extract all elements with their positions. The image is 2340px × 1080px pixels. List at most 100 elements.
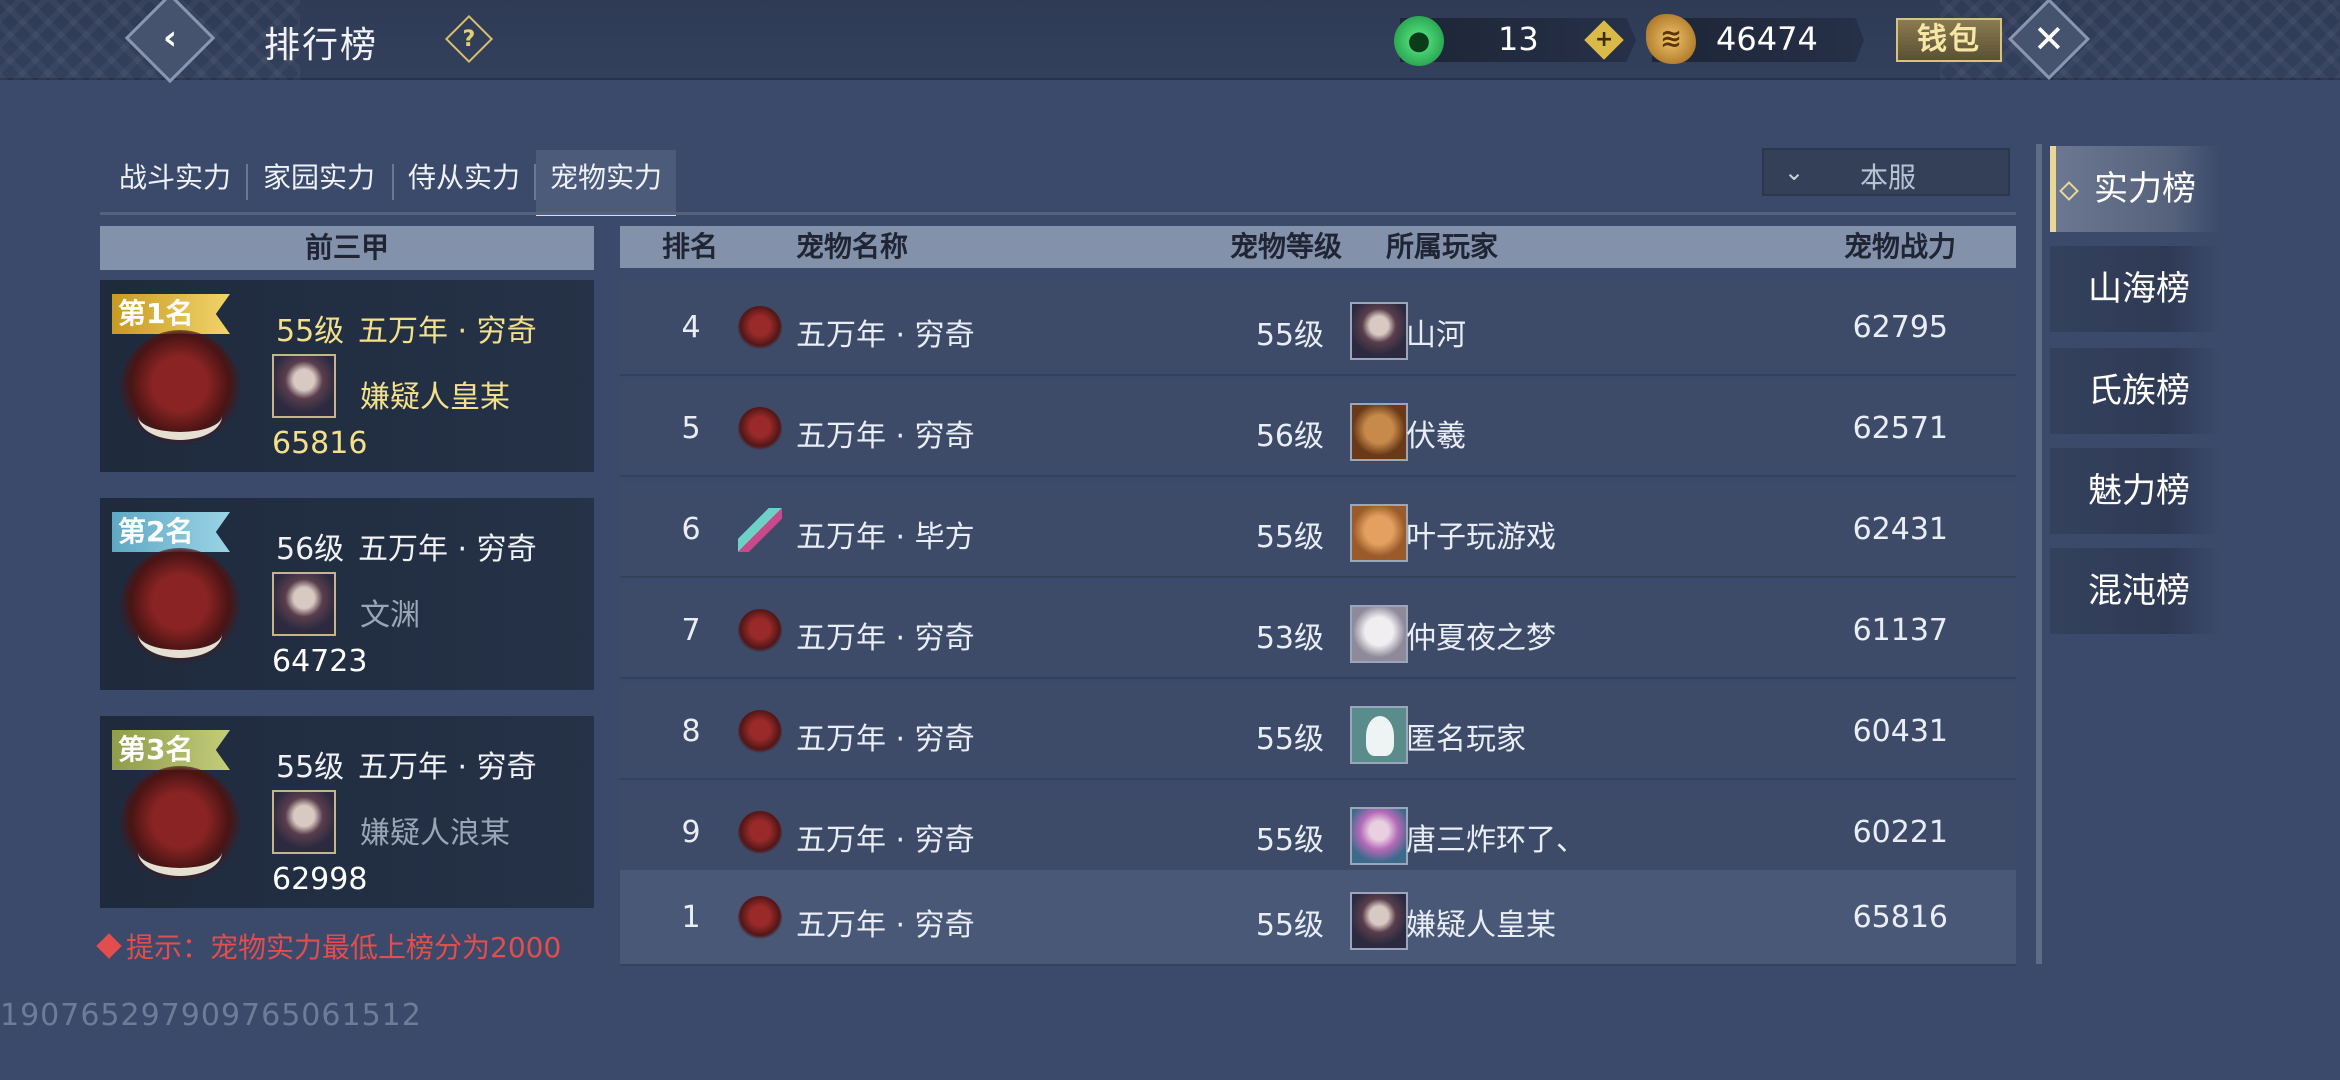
row-pet-name: 五万年 · 穷奇 [796,722,975,757]
qiongqi-beast-icon [120,548,240,668]
rank-nav-charm[interactable]: 魅力榜 [2050,448,2220,534]
page-title: 排行榜 [264,25,379,66]
player-avatar [272,790,336,854]
rank-nav-chaos[interactable]: 混沌榜 [2050,548,2220,634]
row-pet-level: 55级 [1255,908,1324,943]
row-pet-name: 五万年 · 穷奇 [796,908,975,943]
player-avatar [1350,892,1408,950]
row-pet-level: 53级 [1255,621,1324,656]
row-power: 62795 [1852,310,1948,345]
table-row[interactable]: 5 五万年 · 穷奇 56级 伏羲 62571 [620,381,2016,477]
tab-attendant-power[interactable]: 侍从实力 [396,150,532,216]
rank-badge: 第3名 [112,730,230,770]
row-power: 61137 [1852,613,1948,648]
anonymous-avatar-icon [1350,706,1408,764]
tabs-underline [100,212,2016,215]
row-pet-level: 55级 [1255,823,1324,858]
bifang-icon [738,508,782,552]
table-row[interactable]: 6 五万年 · 毕方 55级 叶子玩游戏 62431 [620,482,2016,578]
row-player: 山河 [1406,318,1466,353]
pet-name: 五万年 · 穷奇 [358,532,537,567]
col-player: 所属玩家 [1386,230,1499,263]
rank-badge: 第1名 [112,294,230,334]
min-score-tip: 提示：宠物实力最低上榜分为2000 [96,926,562,966]
col-pet-name: 宠物名称 [796,230,909,263]
tab-divider [392,164,394,200]
top3-card-2[interactable]: 第2名 56级 五万年 · 穷奇 文渊 64723 [100,498,594,690]
rank-nav-strength[interactable]: 实力榜 [2050,146,2220,232]
pet-level: 55级 [276,750,345,785]
pet-level: 55级 [276,314,345,349]
player-avatar [1350,807,1408,865]
col-pet-level: 宠物等级 [1230,230,1343,263]
pet-power: 62998 [272,862,368,897]
wallet-button[interactable]: 钱包 [1896,18,2002,62]
row-player: 叶子玩游戏 [1406,520,1556,555]
row-power: 60221 [1852,815,1948,850]
question-icon: ? [462,26,476,52]
row-pet-name: 五万年 · 毕方 [796,520,975,555]
top3-card-3[interactable]: 第3名 55级 五万年 · 穷奇 嫌疑人浪某 62998 [100,716,594,908]
top3-card-1[interactable]: 第1名 55级 五万年 · 穷奇 嫌疑人皇某 65816 [100,280,594,472]
row-pet-level: 56级 [1255,419,1324,454]
gold-value: 46474 [1716,20,1818,58]
player-avatar [1350,302,1408,360]
qiongqi-icon [738,306,782,350]
player-avatar [1350,403,1408,461]
row-pet-name: 五万年 · 穷奇 [796,621,975,656]
tab-home-power[interactable]: 家园实力 [250,150,388,216]
pet-level: 56级 [276,532,345,567]
server-select-value: 本服 [1860,161,1917,194]
warning-icon [96,933,122,959]
col-pet-power: 宠物战力 [1844,230,1957,263]
row-player: 伏羲 [1406,419,1466,454]
row-player: 匿名玩家 [1406,722,1526,757]
tab-divider [246,164,248,200]
qiongqi-icon [738,896,782,940]
row-pet-name: 五万年 · 穷奇 [796,823,975,858]
row-power: 62431 [1852,512,1948,547]
row-pet-level: 55级 [1255,318,1324,353]
jade-icon: ● [1394,16,1444,66]
jade-value: 13 [1498,20,1539,58]
tab-combat-power[interactable]: 战斗实力 [106,150,244,216]
rank-nav-clan[interactable]: 氏族榜 [2050,348,2220,434]
pet-name: 五万年 · 穷奇 [358,314,537,349]
plus-icon: + [1594,27,1614,52]
player-uid: 190765297909765061512 [0,998,422,1033]
table-row[interactable]: 4 五万年 · 穷奇 55级 山河 62795 [620,280,2016,376]
row-pet-name: 五万年 · 穷奇 [796,419,975,454]
qiongqi-icon [738,407,782,451]
qiongqi-icon [738,609,782,653]
row-pet-level: 55级 [1255,520,1324,555]
row-player: 唐三炸环了、 [1406,823,1586,858]
table-header: 排名 宠物名称 宠物等级 所属玩家 宠物战力 [620,226,2016,268]
tab-pet-power[interactable]: 宠物实力 [536,150,676,216]
player-avatar [1350,504,1408,562]
row-pet-level: 55级 [1255,722,1324,757]
qiongqi-beast-icon [120,330,240,450]
top3-header: 前三甲 [100,226,594,270]
rank-nav-shanhai[interactable]: 山海榜 [2050,246,2220,332]
server-select[interactable]: ⌄ 本服 [1762,148,2010,196]
rank-nav-divider [2036,144,2042,964]
player-name: 嫌疑人浪某 [360,816,510,851]
player-name: 文渊 [360,598,420,633]
table-row[interactable]: 8 五万年 · 穷奇 55级 匿名玩家 60431 [620,684,2016,780]
qiongqi-beast-icon [120,766,240,886]
pet-power: 65816 [272,426,368,461]
row-power: 65816 [1852,900,1948,935]
tip-text: 提示：宠物实力最低上榜分为2000 [126,931,562,964]
close-icon: ✕ [2033,17,2065,61]
back-arrow-icon: ‹ [162,17,178,58]
my-rank-row[interactable]: 1 五万年 · 穷奇 55级 嫌疑人皇某 65816 [620,870,2016,966]
row-pet-name: 五万年 · 穷奇 [796,318,975,353]
row-player: 嫌疑人皇某 [1406,908,1556,943]
col-rank: 排名 [662,230,719,263]
qiongqi-icon [738,811,782,855]
row-power: 62571 [1852,411,1948,446]
table-row[interactable]: 9 五万年 · 穷奇 55级 唐三炸环了、 60221 [620,785,2016,881]
table-row[interactable]: 7 五万年 · 穷奇 53级 仲夏夜之梦 61137 [620,583,2016,679]
qiongqi-icon [738,710,782,754]
player-avatar [272,354,336,418]
